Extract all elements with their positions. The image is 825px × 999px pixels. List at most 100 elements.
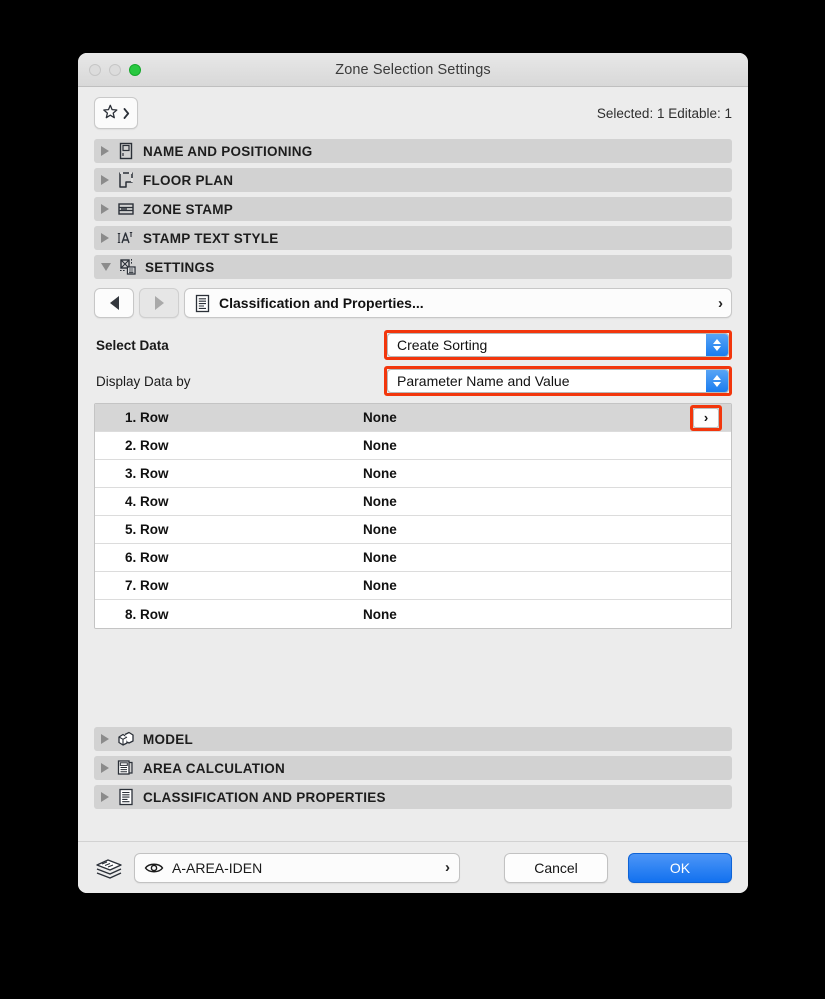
document-list-icon [195, 294, 210, 312]
disclosure-triangle-icon [101, 146, 109, 156]
form-row-select-data: Select Data Create Sorting [94, 329, 732, 361]
zone-selection-settings-window: Zone Selection Settings Selected: 1 Edit… [78, 53, 748, 893]
section-label: ZONE STAMP [143, 201, 233, 217]
section-header-settings[interactable]: SETTINGS [94, 255, 732, 279]
row-value: None [363, 606, 397, 622]
section-label: SETTINGS [145, 259, 215, 275]
form-row-display-data-by: Display Data by Parameter Name and Value [94, 365, 732, 397]
zoom-window-button[interactable] [129, 63, 141, 76]
select-data-value: Create Sorting [397, 337, 488, 353]
ok-button[interactable]: OK [628, 852, 732, 883]
close-window-button[interactable] [89, 63, 101, 76]
section-label: FLOOR PLAN [143, 172, 234, 188]
disclosure-triangle-icon [101, 763, 109, 773]
display-data-by-dropdown[interactable]: Parameter Name and Value [387, 369, 729, 393]
traffic-light-group [89, 63, 141, 76]
properties-navigation-bar: Classification and Properties... › [94, 287, 732, 319]
table-row[interactable]: 5. Row None [95, 516, 731, 544]
window-titlebar: Zone Selection Settings [78, 53, 748, 87]
section-label: CLASSIFICATION AND PROPERTIES [143, 789, 386, 805]
minimize-window-button[interactable] [109, 63, 121, 76]
row-label: 8. Row [125, 606, 169, 622]
navigate-back-button[interactable] [94, 288, 134, 318]
cancel-button[interactable]: Cancel [504, 852, 608, 883]
row-value: None [363, 466, 397, 481]
eye-icon [144, 863, 164, 872]
arrow-left-icon [109, 296, 119, 310]
chevron-up-icon [713, 339, 721, 344]
row-label: 5. Row [125, 522, 169, 537]
row-value: None [363, 578, 397, 593]
row-value: None [363, 410, 397, 425]
properties-scheme-selector[interactable]: Classification and Properties... › [184, 288, 732, 318]
chevron-up-icon [713, 375, 721, 380]
table-row[interactable]: 6. Row None [95, 544, 731, 572]
layers-icon [96, 858, 122, 879]
table-row[interactable]: 3. Row None [95, 460, 731, 488]
dialog-footer: A-AREA-IDEN › Cancel OK [78, 841, 748, 893]
select-data-label: Select Data [96, 337, 169, 353]
selection-status: Selected: 1 Editable: 1 [596, 105, 732, 121]
panel-spacer [94, 629, 732, 727]
chevron-down-icon [713, 382, 721, 387]
table-row[interactable]: 4. Row None [95, 488, 731, 516]
row-value: None [363, 494, 397, 509]
section-header-classification-and-properties[interactable]: CLASSIFICATION AND PROPERTIES [94, 785, 732, 809]
row-label: 1. Row [125, 410, 169, 425]
floor-plan-icon [119, 172, 133, 188]
row-label: 3. Row [125, 466, 169, 481]
row-value: None [363, 438, 397, 453]
settings-panel: Classification and Properties... › Selec… [94, 284, 732, 727]
chevron-right-icon [123, 107, 130, 119]
disclosure-triangle-icon [101, 263, 111, 271]
display-data-by-stepper[interactable] [706, 370, 728, 392]
door-plan-icon [119, 142, 133, 160]
chevron-right-icon: › [718, 294, 723, 312]
row-label: 4. Row [125, 494, 169, 509]
display-data-by-label: Display Data by [96, 373, 191, 389]
table-row[interactable]: 1. Row None › [95, 404, 731, 432]
text-style-icon [117, 231, 133, 244]
row-label: 7. Row [125, 578, 169, 593]
row-label: 6. Row [125, 550, 169, 565]
table-row[interactable]: 2. Row None [95, 432, 731, 460]
layer-name: A-AREA-IDEN [172, 859, 263, 876]
properties-scheme-name: Classification and Properties... [219, 295, 424, 311]
disclosure-triangle-icon [101, 792, 109, 802]
row-value: None [363, 522, 397, 537]
chevron-down-icon [713, 346, 721, 351]
section-header-name-and-positioning[interactable]: NAME AND POSITIONING [94, 139, 732, 163]
calculator-icon [117, 760, 133, 775]
select-data-highlight: Create Sorting [384, 330, 732, 360]
select-data-dropdown[interactable]: Create Sorting [387, 333, 729, 357]
chevron-right-icon: › [445, 859, 450, 876]
disclosure-triangle-icon [101, 734, 109, 744]
navigate-forward-button[interactable] [139, 288, 179, 318]
sorting-rows-list: 1. Row None › 2. Row None 3. Row None 4.… [94, 403, 732, 629]
favorites-bar: Selected: 1 Editable: 1 [78, 87, 748, 139]
disclosure-triangle-icon [101, 175, 109, 185]
screenshot-root: Zone Selection Settings Selected: 1 Edit… [0, 0, 825, 999]
table-row[interactable]: 8. Row None [95, 600, 731, 628]
arrow-right-icon [154, 296, 164, 310]
layer-selector[interactable]: A-AREA-IDEN › [134, 852, 460, 883]
row-detail-button[interactable]: › [693, 407, 719, 428]
window-title: Zone Selection Settings [335, 61, 491, 78]
disclosure-triangle-icon [101, 204, 109, 214]
document-list-icon [119, 788, 133, 806]
section-header-zone-stamp[interactable]: ZONE STAMP [94, 197, 732, 221]
settings-grid-icon [120, 259, 136, 275]
section-header-area-calculation[interactable]: AREA CALCULATION [94, 756, 732, 780]
model-cubes-icon [118, 731, 134, 746]
section-label: AREA CALCULATION [143, 760, 285, 776]
section-label: MODEL [143, 731, 193, 747]
zone-stamp-icon [118, 203, 134, 215]
select-data-stepper[interactable] [706, 334, 728, 356]
section-header-stamp-text-style[interactable]: STAMP TEXT STYLE [94, 226, 732, 250]
favorites-button[interactable] [94, 97, 138, 129]
section-header-model[interactable]: MODEL [94, 727, 732, 751]
table-row[interactable]: 7. Row None [95, 572, 731, 600]
disclosure-triangle-icon [101, 233, 109, 243]
display-data-by-value: Parameter Name and Value [397, 373, 570, 389]
section-header-floor-plan[interactable]: FLOOR PLAN [94, 168, 732, 192]
